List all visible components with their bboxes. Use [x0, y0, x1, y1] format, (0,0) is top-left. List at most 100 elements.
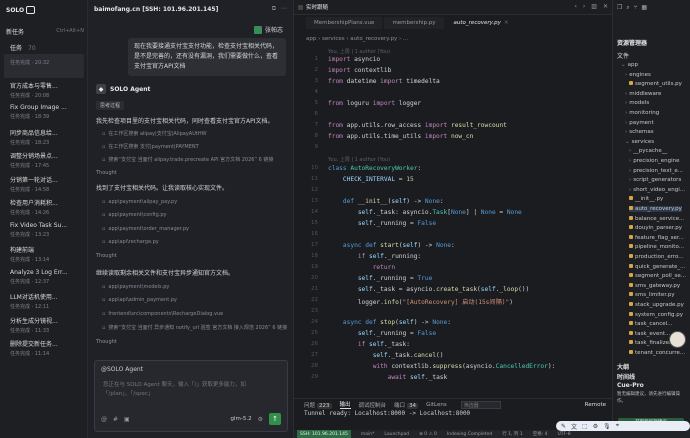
tool-step[interactable]: 搜索“支付宝 当面付 alipay.trade.precreate API 官方… — [102, 156, 273, 163]
think-tag[interactable]: 思考过程 — [96, 101, 125, 110]
chat-input-placeholder[interactable]: 您正在与 SOLO Agent 聊天，输入「/」获取更多能力，如「/plan」、… — [103, 381, 273, 399]
new-task-button[interactable]: 新任务 Ctrl+Alt+N — [6, 26, 84, 36]
mic-icon[interactable]: 🎙 — [603, 423, 611, 430]
thought-toggle[interactable]: Thought — [96, 170, 117, 176]
ssh-indicator[interactable]: SSH: 101.96.201.145 — [297, 430, 351, 438]
panel-tab-problems[interactable]: 问题 223 — [304, 401, 332, 409]
code-editor[interactable]: You, 上周 | 1 author (You) 1 2 3 4 5 6 7 8 9 10 11 12… — [294, 46, 612, 398]
task-item[interactable]: 检查用户消耗积... 任务完成 · 14:26 — [4, 195, 84, 219]
tree-item[interactable]: precision_engine — [629, 158, 679, 164]
explorer-workspace[interactable]: 文件 — [617, 51, 629, 60]
back-icon[interactable]: ‹ — [574, 3, 576, 10]
tab-live-follow[interactable]: 实时跟随 — [298, 3, 328, 11]
image-icon[interactable]: ▣ — [124, 416, 130, 423]
panel-tab-debug[interactable]: 调试控制台 — [359, 401, 387, 409]
tree-item[interactable]: auto_recovery.py — [629, 206, 682, 212]
panel-tab-output[interactable]: 输出 — [339, 400, 351, 409]
pen-icon[interactable]: ✎ — [561, 423, 566, 430]
file-step[interactable]: app\payment\models.py — [102, 284, 169, 290]
status-item[interactable]: UTF-8 — [558, 432, 571, 437]
task-item[interactable]: 分销第一轮对话... 任务完成 · 14:58 — [4, 172, 84, 196]
status-item[interactable]: ⊗ 0 ⚠ 0 — [419, 432, 437, 437]
tree-item[interactable]: engines — [625, 72, 651, 78]
panel-tab-ports[interactable]: 端口 34 — [394, 401, 419, 409]
extensions-icon[interactable]: ▦ — [641, 4, 647, 12]
tree-item[interactable]: short_video_engi... — [629, 187, 685, 193]
tree-item[interactable]: douyin_parser.py — [629, 225, 682, 231]
tree-item[interactable]: monitoring — [625, 110, 659, 116]
tab-auto-recovery[interactable]: auto_recovery.py ✕ — [445, 17, 517, 29]
model-selector[interactable]: glm-5.2 — [231, 416, 252, 422]
task-item[interactable]: LLM对话机使用... 任务完成 · 12:11 — [4, 289, 84, 313]
filter-input[interactable]: 筛选器 — [460, 400, 501, 409]
screenshot-icon[interactable]: ⬚ — [582, 423, 588, 430]
translate-icon[interactable]: 文 — [571, 422, 577, 431]
agent-mention[interactable]: @SOLO Agent — [101, 366, 143, 373]
task-item[interactable]: 同步商品信息给... 任务完成 · 18:23 — [4, 125, 84, 149]
more-icon[interactable]: ⋯ — [281, 5, 287, 13]
status-item[interactable]: 空格: 4 — [533, 431, 548, 437]
thought-toggle[interactable]: Thought — [96, 339, 117, 345]
task-item[interactable]: 删除提交新任务... 任务完成 · 11:14 — [4, 336, 84, 360]
files-icon[interactable]: ❐ — [617, 4, 622, 12]
tree-item[interactable]: sms_limiter.py — [629, 292, 675, 298]
tree-item[interactable]: segment_poll_se... — [629, 273, 686, 279]
tree-item[interactable]: schemas — [625, 129, 653, 135]
close-tab-icon[interactable]: ✕ — [504, 20, 509, 26]
tree-item[interactable]: models — [625, 100, 649, 106]
breadcrumb[interactable]: app › services › auto_recovery.py › ... — [306, 36, 408, 42]
at-icon[interactable]: @ — [101, 416, 107, 423]
hash-icon[interactable]: # — [113, 416, 118, 423]
pin-icon[interactable]: ⌖ — [616, 422, 619, 430]
close-icon[interactable]: ✕ — [603, 3, 608, 10]
tree-item[interactable]: quick_generate_... — [629, 264, 685, 270]
remote-selector[interactable]: Remote — [585, 402, 606, 408]
tree-item[interactable]: feature_flag_ser... — [629, 235, 684, 241]
tree-item[interactable]: services — [625, 139, 655, 145]
outline-section[interactable]: 大纲 — [617, 362, 629, 371]
tree-item[interactable]: __pycache__ — [629, 148, 667, 154]
tab-membership-py[interactable]: membership.py — [384, 17, 444, 29]
status-item[interactable]: 行 1, 列 1 — [502, 431, 522, 437]
task-item[interactable]: Analyze 3 Log Err... 任务完成 · 12:37 — [4, 266, 84, 290]
split-icon[interactable]: ⧉ — [272, 5, 276, 13]
file-step[interactable]: app\payment\config.py — [102, 212, 166, 218]
source-control-icon[interactable]: ⑂ — [634, 4, 638, 12]
timeline-section[interactable]: 时间线 — [617, 372, 635, 381]
file-step[interactable]: app\payment\order_manager.py — [102, 226, 189, 232]
tool-step[interactable]: 在工作区搜索 alipay|支付宝|AlipayAUtHW — [102, 130, 206, 137]
file-step[interactable]: app\api\admin_payment.py — [102, 297, 177, 303]
tree-item[interactable]: pipeline_monito... — [629, 244, 684, 250]
tree-item[interactable]: __init__.py — [629, 196, 663, 202]
task-item[interactable]: Fix Video Task Su... 任务完成 · 13:23 — [4, 219, 84, 243]
tree-item[interactable]: sms_gateway.py — [629, 283, 680, 289]
forward-icon[interactable]: › — [583, 3, 585, 10]
task-item[interactable]: 构建前端 任务完成 · 13:14 — [4, 242, 84, 266]
tab-membership-plans[interactable]: MembershipPlans.vue — [306, 17, 383, 29]
assistant-avatar[interactable] — [669, 331, 686, 348]
tree-item[interactable]: payment — [625, 120, 654, 126]
task-item[interactable]: 官方成本与零售... 任务完成 · 20:08 — [4, 78, 84, 102]
task-item[interactable]: 调整分销场景点... 任务完成 · 17:45 — [4, 148, 84, 172]
settings-icon[interactable]: ⚙ — [258, 416, 263, 423]
tree-item[interactable]: precision_text_e... — [629, 168, 683, 174]
panel-tab-gitlens[interactable]: GitLens — [426, 402, 447, 408]
split-editor-icon[interactable]: ▥ — [591, 3, 597, 10]
thought-toggle[interactable]: Thought — [96, 253, 117, 259]
tree-item[interactable]: task_cancel... — [629, 321, 672, 327]
task-item[interactable]: 任务完成 · 20:32 — [4, 54, 84, 78]
status-item[interactable]: Launchpad — [384, 432, 409, 437]
chat-input-box[interactable]: @SOLO Agent 您正在与 SOLO Agent 聊天，输入「/」获取更多… — [94, 360, 288, 432]
tool-step[interactable]: 在工作区搜索 支付|payment|PAYMENT — [102, 143, 198, 150]
status-item[interactable]: main* — [361, 432, 375, 437]
search-step[interactable]: 搜索“支付宝 当面付 异步通知 notify_url 验签 官方文档 接入规范 … — [102, 324, 287, 331]
tree-item[interactable]: stack_upgrade.py — [629, 302, 684, 308]
tree-item[interactable]: script_generators — [629, 177, 681, 183]
tree-item[interactable]: app — [621, 62, 638, 68]
file-step[interactable]: frontend\src\components\RechargeDialog.v… — [102, 311, 223, 317]
task-item[interactable]: 分析生成分镜视... 任务完成 · 11:33 — [4, 313, 84, 337]
task-item[interactable]: Fix Group Image ... 任务完成 · 18:39 — [4, 101, 84, 125]
tree-item[interactable]: tenant_concurre... — [629, 350, 685, 356]
file-step[interactable]: app\payment\alipay_pay.py — [102, 199, 177, 205]
tree-item[interactable]: system_config.py — [629, 312, 683, 318]
